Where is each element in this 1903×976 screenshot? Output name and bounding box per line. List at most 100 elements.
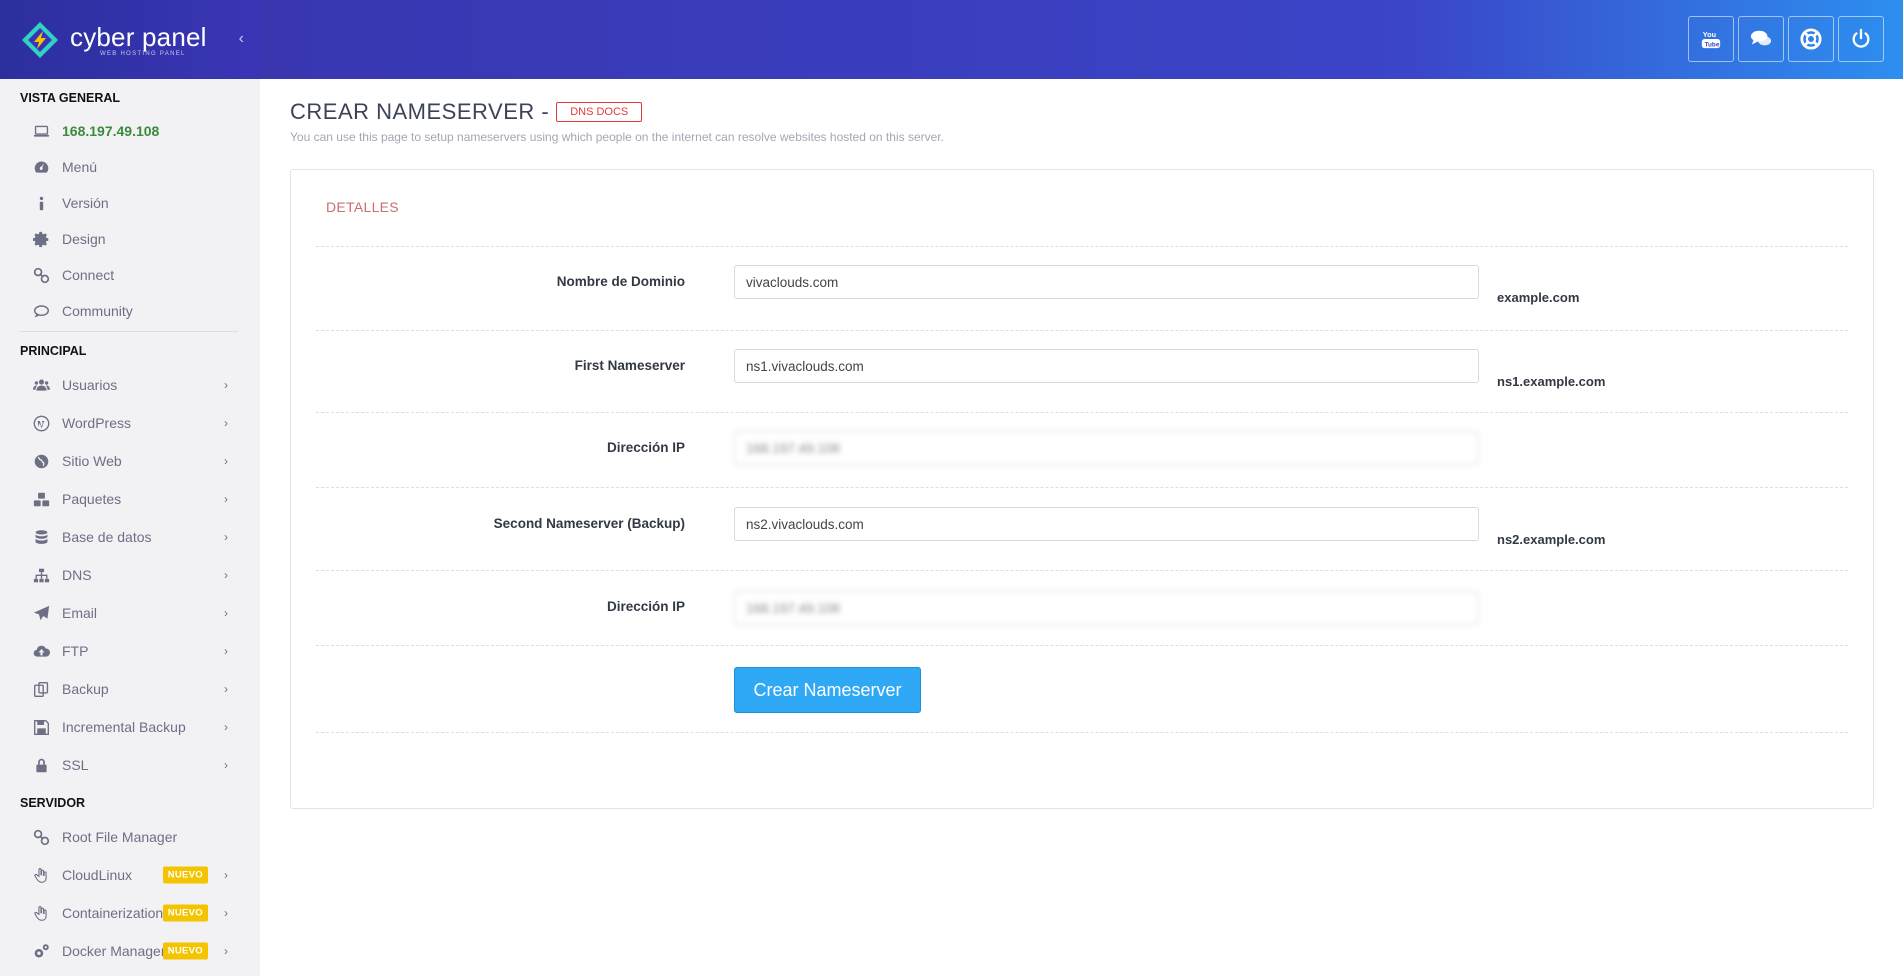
card-title: DETALLES xyxy=(326,199,399,215)
sidebar-item-label: Email xyxy=(62,605,98,621)
sidebar-item-label: Incremental Backup xyxy=(62,719,186,735)
save-icon xyxy=(30,716,52,738)
chevron-left-icon[interactable]: ‹ xyxy=(239,30,244,48)
new-badge: NUEVO xyxy=(162,866,208,884)
youtube-icon: You Tube xyxy=(1701,30,1721,48)
sidebar-item-version[interactable]: Versión xyxy=(0,185,260,221)
sidebar-item-label: Docker Manager xyxy=(62,943,166,959)
form-row-domain: Nombre de Dominio example.com xyxy=(316,246,1848,330)
sidebar-item-base-de-datos[interactable]: Base de datos › xyxy=(0,518,260,556)
svg-text:Tube: Tube xyxy=(1705,41,1720,48)
database-icon xyxy=(30,526,52,548)
wordpress-icon xyxy=(30,412,52,434)
cyberpanel-logo-icon xyxy=(20,20,60,60)
sidebar-item-label: WordPress xyxy=(62,415,131,431)
first-nameserver-hint: ns1.example.com xyxy=(1497,374,1606,389)
support-button[interactable] xyxy=(1788,16,1834,62)
sidebar-item-label: Usuarios xyxy=(62,377,118,393)
sidebar-item-label: Sitio Web xyxy=(62,453,122,469)
sidebar-item-backup[interactable]: Backup › xyxy=(0,670,260,708)
dns-docs-link[interactable]: DNS DOCS xyxy=(556,102,643,122)
page-description: You can use this page to setup nameserve… xyxy=(290,130,944,144)
chevron-right-icon: › xyxy=(224,530,228,544)
chat-button[interactable] xyxy=(1738,16,1784,62)
lock-icon xyxy=(30,754,52,776)
crear-nameserver-button[interactable]: Crear Nameserver xyxy=(734,667,921,713)
youtube-button[interactable]: You Tube xyxy=(1688,16,1734,62)
sidebar-item-email[interactable]: Email › xyxy=(0,594,260,632)
cogs-icon xyxy=(30,940,52,962)
main-content: CREAR NAMESERVER - DNS DOCS You can use … xyxy=(290,79,1874,809)
form-row-first-ns: First Nameserver ns1.example.com xyxy=(316,330,1848,412)
gear-icon xyxy=(30,228,52,250)
form-row-second-ns: Second Nameserver (Backup) ns2.example.c… xyxy=(316,487,1848,570)
new-badge: NUEVO xyxy=(162,904,208,922)
sidebar-item-label: SSL xyxy=(62,757,89,773)
sidebar-item-ip[interactable]: 168.197.49.108 xyxy=(0,113,260,149)
sidebar-item-wordpress[interactable]: WordPress › xyxy=(0,404,260,442)
top-header: You Tube xyxy=(260,0,1903,79)
sidebar-item-community[interactable]: Community xyxy=(0,293,260,329)
chevron-right-icon: › xyxy=(224,868,228,882)
sidebar: cyber panel WEB HOSTING PANEL ‹ VISTA GE… xyxy=(0,0,260,976)
sidebar-item-ssl[interactable]: SSL › xyxy=(0,746,260,784)
first-nameserver-input[interactable] xyxy=(734,349,1479,383)
power-button[interactable] xyxy=(1838,16,1884,62)
sidebar-item-containerization[interactable]: Containerization NUEVO › xyxy=(0,894,260,932)
sidebar-item-label: Menú xyxy=(62,159,98,175)
hand-icon xyxy=(30,864,52,886)
sidebar-item-label: Paquetes xyxy=(62,491,122,507)
sidebar-item-paquetes[interactable]: Paquetes › xyxy=(0,480,260,518)
sidebar-item-sitio-web[interactable]: Sitio Web › xyxy=(0,442,260,480)
second-nameserver-label: Second Nameserver (Backup) xyxy=(493,516,685,531)
sidebar-item-label: Design xyxy=(62,231,106,247)
form-row-second-ip: Dirección IP xyxy=(316,570,1848,645)
sidebar-item-label: Containerization xyxy=(62,905,164,921)
sidebar-item-menu[interactable]: Menú xyxy=(0,149,260,185)
page-header: CREAR NAMESERVER - DNS DOCS xyxy=(290,99,1874,125)
sidebar-item-connect[interactable]: Connect xyxy=(0,257,260,293)
sitemap-icon xyxy=(30,564,52,586)
sidebar-item-dns[interactable]: DNS › xyxy=(0,556,260,594)
laptop-icon xyxy=(30,120,52,142)
sidebar-item-incremental-backup[interactable]: Incremental Backup › xyxy=(0,708,260,746)
power-icon xyxy=(1852,28,1870,48)
section-servidor: SERVIDOR xyxy=(20,796,86,810)
section-vista-general: VISTA GENERAL xyxy=(20,91,121,105)
link-icon xyxy=(30,264,52,286)
second-nameserver-input[interactable] xyxy=(734,507,1479,541)
sidebar-item-design[interactable]: Design xyxy=(0,221,260,257)
sidebar-item-label: CloudLinux xyxy=(62,867,133,883)
svg-text:You: You xyxy=(1703,30,1716,39)
first-ip-input[interactable] xyxy=(734,431,1479,465)
domain-name-input[interactable] xyxy=(734,265,1479,299)
chevron-right-icon: › xyxy=(224,644,228,658)
sidebar-item-cloudlinux[interactable]: CloudLinux NUEVO › xyxy=(0,856,260,894)
brand-title: cyber panel xyxy=(70,21,207,52)
domain-label: Nombre de Dominio xyxy=(556,274,685,289)
second-nameserver-hint: ns2.example.com xyxy=(1497,532,1606,547)
link-icon xyxy=(30,826,52,848)
sidebar-item-label: 168.197.49.108 xyxy=(62,123,160,139)
chevron-right-icon: › xyxy=(224,944,228,958)
sidebar-item-label: Base de datos xyxy=(62,529,152,545)
logo-bar: cyber panel WEB HOSTING PANEL ‹ xyxy=(0,0,260,79)
second-ip-input[interactable] xyxy=(734,591,1479,625)
sidebar-item-label: Backup xyxy=(62,681,109,697)
sidebar-item-ftp[interactable]: FTP › xyxy=(0,632,260,670)
form-row-submit: Crear Nameserver xyxy=(316,645,1848,732)
hand-icon xyxy=(30,902,52,924)
copy-icon xyxy=(30,678,52,700)
page-title: CREAR NAMESERVER - xyxy=(290,99,550,124)
users-icon xyxy=(30,374,52,396)
info-icon xyxy=(30,192,52,214)
sidebar-item-label: Connect xyxy=(62,267,115,283)
globe-icon xyxy=(30,450,52,472)
cubes-icon xyxy=(30,488,52,510)
sidebar-item-root-file-manager[interactable]: Root File Manager xyxy=(0,818,260,856)
sidebar-item-docker-manager[interactable]: Docker Manager NUEVO › xyxy=(0,932,260,970)
sidebar-item-usuarios[interactable]: Usuarios › xyxy=(0,366,260,404)
sidebar-item-label: DNS xyxy=(62,567,92,583)
chevron-right-icon: › xyxy=(224,568,228,582)
sidebar-item-label: Community xyxy=(62,303,133,319)
